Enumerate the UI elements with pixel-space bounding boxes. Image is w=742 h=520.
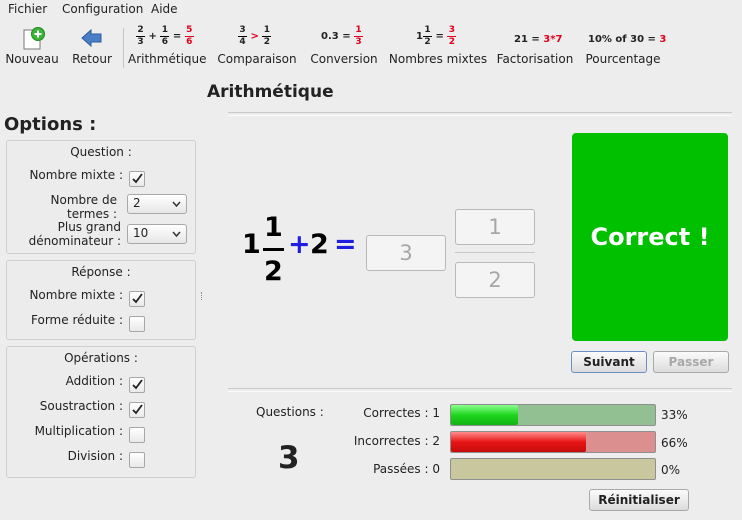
options-title: Options : xyxy=(4,114,97,135)
reduced-form-checkbox[interactable] xyxy=(129,316,145,332)
denom-select[interactable]: 10 xyxy=(127,224,187,244)
subtraction-checkbox[interactable] xyxy=(129,402,145,418)
multiplication-checkbox[interactable] xyxy=(129,427,145,443)
pourcentage-button[interactable]: 10% of 30 = 3 Pourcentage xyxy=(582,24,667,72)
questions-count: 3 xyxy=(278,440,300,476)
skipped-label: Passées : 0 xyxy=(373,462,440,476)
task-fraction-bar xyxy=(263,248,284,251)
question-group: Question : Nombre mixte : Nombre de term… xyxy=(6,140,196,254)
factorization-icon: 21 = 3*7 xyxy=(514,34,563,45)
denom-label: Plus grand dénominateur : xyxy=(7,220,121,248)
pourcentage-label: Pourcentage xyxy=(585,52,661,66)
comparaison-button[interactable]: 34 > 12 Comparaison xyxy=(214,24,300,72)
question-mixed-label: Nombre mixte : xyxy=(29,168,123,182)
retour-button[interactable]: Retour xyxy=(68,24,116,72)
factorisation-button[interactable]: 21 = 3*7 Factorisation xyxy=(494,24,576,72)
question-mixed-checkbox[interactable] xyxy=(129,171,145,187)
suivant-button[interactable]: Suivant xyxy=(571,351,647,373)
conversion-label: Conversion xyxy=(310,52,378,66)
reponse-mixed-label: Nombre mixte : xyxy=(29,288,123,302)
reponse-mixed-checkbox[interactable] xyxy=(129,291,145,307)
checkmark-icon xyxy=(132,379,143,390)
incorrect-progress-bar xyxy=(450,431,656,453)
checkmark-icon xyxy=(132,173,143,184)
arithmetique-button[interactable]: 23 + 16 = 56 Arithmétique xyxy=(128,24,207,72)
toolbar-separator xyxy=(123,28,124,68)
incorrect-percent: 66% xyxy=(661,436,688,450)
checkmark-icon xyxy=(132,293,143,304)
nouveau-button[interactable]: Nouveau xyxy=(4,24,60,72)
menu-configuration[interactable]: Configuration xyxy=(62,2,143,16)
answer-whole-input[interactable]: 3 xyxy=(366,235,446,271)
subtraction-label: Soustraction : xyxy=(39,399,123,413)
correct-percent: 33% xyxy=(661,408,688,422)
denom-label-line1: Plus grand xyxy=(57,220,121,234)
task-whole: 1 xyxy=(242,229,261,260)
task-term2: 2 xyxy=(310,229,329,260)
page-title: Arithmétique xyxy=(207,82,334,102)
denom-select-value: 10 xyxy=(133,226,149,240)
menu-aide[interactable]: Aide xyxy=(151,2,178,16)
conversion-icon: 0.3 = 13 xyxy=(321,25,364,47)
menubar: Fichier Configuration Aide xyxy=(0,0,742,20)
terms-label: Nombre de termes : xyxy=(50,193,118,221)
terms-select-value: 2 xyxy=(133,196,141,210)
questions-label: Questions : xyxy=(256,405,324,419)
splitter-handle[interactable] xyxy=(201,292,204,300)
back-arrow-icon xyxy=(81,28,102,48)
comparison-icon: 34 > 12 xyxy=(238,25,272,47)
correct-label: Correctes : 1 xyxy=(363,406,440,420)
task-operator: + xyxy=(288,229,311,260)
stats-separator xyxy=(228,388,732,392)
nombres-mixtes-label: Nombres mixtes xyxy=(388,52,488,66)
arithmetique-label: Arithmétique xyxy=(128,52,207,66)
correct-progress-bar xyxy=(450,404,656,426)
division-label: Division : xyxy=(67,449,123,463)
answer-denominator-input[interactable]: 2 xyxy=(455,262,535,298)
passer-button[interactable]: Passer xyxy=(653,351,729,373)
question-group-title: Question : xyxy=(70,145,132,159)
conversion-button[interactable]: 0.3 = 13 Conversion xyxy=(308,24,380,72)
result-text: Correct ! xyxy=(590,223,710,251)
chevron-down-icon xyxy=(172,231,181,237)
nouveau-label: Nouveau xyxy=(5,52,59,66)
skipped-progress-bar xyxy=(450,458,656,480)
operations-group-title: Opérations : xyxy=(64,351,138,365)
addition-checkbox[interactable] xyxy=(129,377,145,393)
division-checkbox[interactable] xyxy=(129,452,145,468)
denom-label-line2: dénominateur : xyxy=(28,234,121,248)
mixed-numbers-icon: 112 = 32 xyxy=(416,25,457,47)
percentage-icon: 10% of 30 = 3 xyxy=(588,34,667,45)
top-separator xyxy=(228,112,732,116)
skipped-percent: 0% xyxy=(661,463,681,477)
menu-fichier[interactable]: Fichier xyxy=(8,2,47,16)
new-document-icon xyxy=(23,27,45,50)
comparaison-label: Comparaison xyxy=(217,52,297,66)
result-box: Correct ! xyxy=(572,133,728,341)
arithmetic-icon: 23 + 16 = 56 xyxy=(136,25,194,47)
nombres-mixtes-button[interactable]: 112 = 32 Nombres mixtes xyxy=(388,24,488,72)
terms-select[interactable]: 2 xyxy=(127,194,187,214)
addition-label: Addition : xyxy=(65,374,123,388)
answer-numerator-input[interactable]: 1 xyxy=(455,209,535,245)
multiplication-label: Multiplication : xyxy=(34,424,123,438)
incorrect-progress-fill xyxy=(451,432,586,452)
checkmark-icon xyxy=(132,404,143,415)
task-equals: = xyxy=(334,229,357,260)
reset-button[interactable]: Réinitialiser xyxy=(589,489,689,511)
retour-label: Retour xyxy=(72,52,112,66)
factorisation-label: Factorisation xyxy=(496,52,574,66)
correct-progress-fill xyxy=(451,405,518,425)
reponse-group: Réponse : Nombre mixte : Forme réduite : xyxy=(6,260,196,340)
reduced-form-label: Forme réduite : xyxy=(31,313,123,327)
task-numerator: 1 xyxy=(264,212,283,243)
task-denominator: 2 xyxy=(264,256,283,287)
task-expression: 1 1 2 + 2 = xyxy=(242,212,364,292)
chevron-down-icon xyxy=(172,201,181,207)
reponse-group-title: Réponse : xyxy=(71,265,131,279)
incorrect-label: Incorrectes : 2 xyxy=(353,434,440,448)
operations-group: Opérations : Addition : Soustraction : M… xyxy=(6,346,196,478)
toolbar: Nouveau Retour 23 + 16 = 56 Arithmétique… xyxy=(0,20,742,76)
answer-fraction-bar xyxy=(455,252,535,253)
